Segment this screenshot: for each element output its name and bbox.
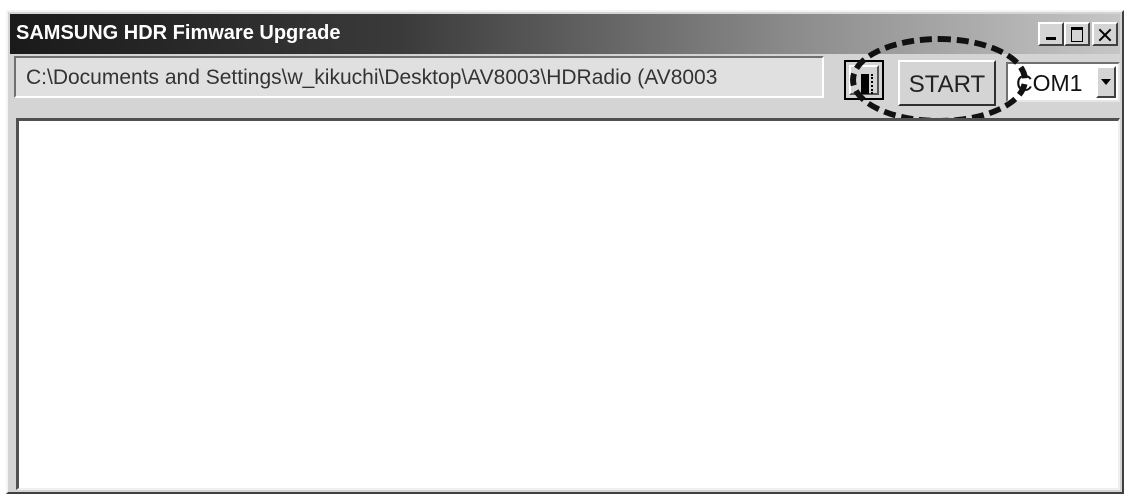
window-title: SAMSUNG HDR Fimware Upgrade bbox=[16, 22, 341, 44]
start-button[interactable]: START bbox=[898, 60, 996, 106]
title-bar[interactable]: SAMSUNG HDR Fimware Upgrade bbox=[10, 14, 1120, 54]
chevron-down-icon[interactable] bbox=[1096, 66, 1116, 98]
maximize-button[interactable] bbox=[1064, 22, 1090, 46]
log-output-area[interactable] bbox=[16, 118, 1120, 490]
minimize-button[interactable] bbox=[1038, 22, 1064, 46]
browse-button[interactable] bbox=[844, 60, 884, 100]
com-port-value: COM1 bbox=[1016, 70, 1083, 96]
firmware-path-field[interactable]: C:\Documents and Settings\w_kikuchi\Desk… bbox=[14, 56, 824, 98]
browse-folder-icon bbox=[861, 74, 869, 94]
com-port-select[interactable]: COM1 bbox=[1006, 62, 1120, 102]
close-button[interactable] bbox=[1092, 22, 1118, 46]
browse-dots-icon bbox=[869, 74, 873, 94]
